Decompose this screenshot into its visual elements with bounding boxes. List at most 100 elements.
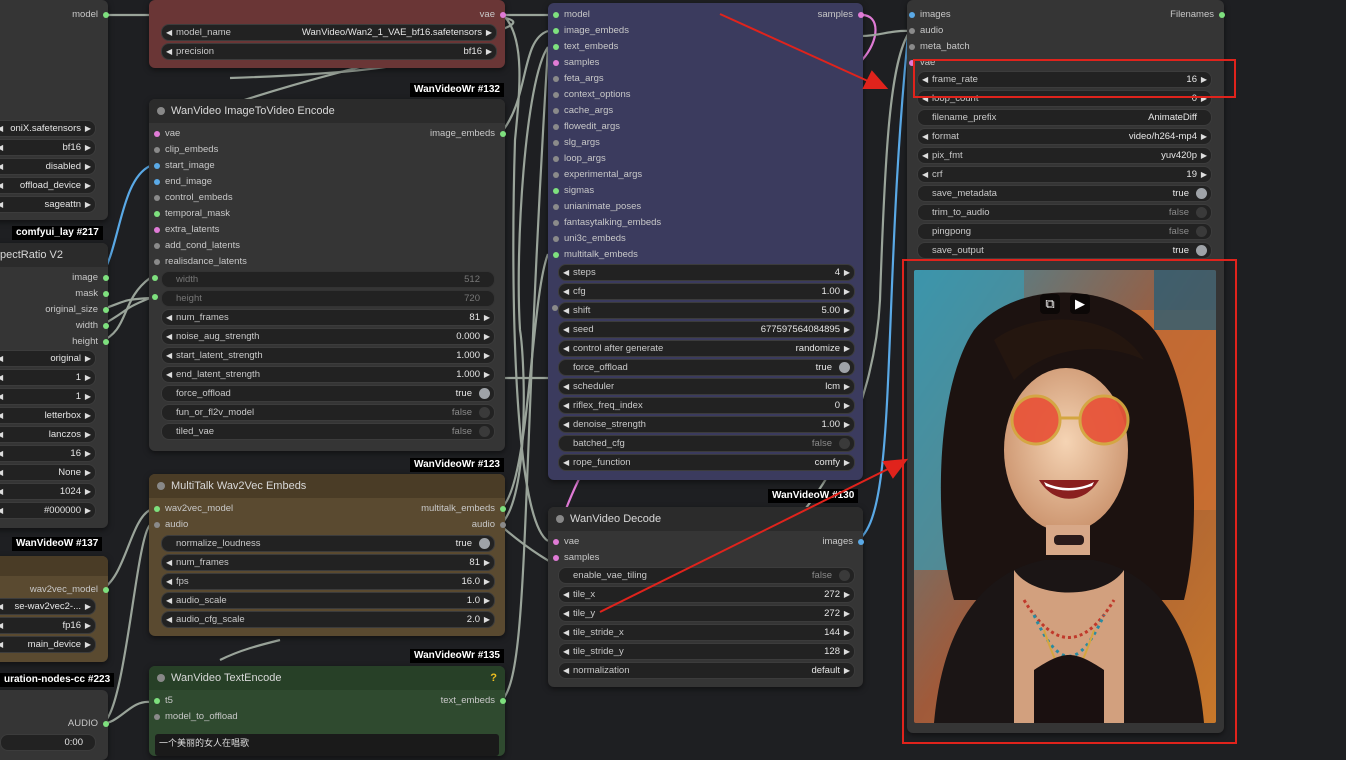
aspect-width-output[interactable]: width	[0, 319, 109, 333]
sampler-control-after-generate-widget[interactable]: ◀ ▶ control after generate randomize	[558, 340, 855, 357]
multitalk-title[interactable]: MultiTalk Wav2Vec Embeds	[149, 474, 505, 498]
sampler-loop-args-input[interactable]: loop_args	[553, 152, 606, 166]
decrement-arrow-icon[interactable]: ◀	[166, 612, 172, 627]
increment-arrow-icon[interactable]: ▶	[844, 341, 850, 356]
decrement-arrow-icon[interactable]: ◀	[0, 484, 3, 499]
toggle-knob-icon[interactable]	[479, 407, 490, 418]
decrement-arrow-icon[interactable]: ◀	[0, 446, 3, 461]
combine-meta-batch-input[interactable]: meta_batch	[909, 40, 970, 54]
decode-title[interactable]: WanVideo Decode	[548, 507, 863, 531]
dim-input-pin[interactable]	[152, 294, 158, 300]
aspect-1024-widget[interactable]: ◀ ▶ 1024	[0, 483, 96, 500]
prompt-textarea[interactable]: 一个美丽的女人在唱歌	[155, 734, 499, 756]
i2v-temporal-mask-pin[interactable]	[154, 211, 160, 217]
decode-enable-vae-tiling-toggle[interactable]: enable_vae_tiling false	[558, 567, 855, 584]
decrement-arrow-icon[interactable]: ◀	[563, 663, 569, 678]
decode-node[interactable]: WanVideo Decode vae samples images enable_v…	[548, 507, 864, 687]
increment-arrow-icon[interactable]: ▶	[85, 197, 91, 212]
combine-format-widget[interactable]: ◀ ▶ format video/h264-mp4	[917, 128, 1212, 145]
i2v-end-image-input[interactable]: end_image	[154, 175, 212, 189]
aspect-original-widget[interactable]: ◀ ▶ original	[0, 350, 96, 367]
sampler-denoise-strength-widget[interactable]: ◀ ▶ denoise_strength 1.00	[558, 416, 855, 433]
sampler-riflex-freq-index-widget[interactable]: ◀ ▶ riflex_freq_index 0	[558, 397, 855, 414]
multitalk-wav2vec-model-pin[interactable]	[154, 506, 160, 512]
left-loader-bf16-widget[interactable]: ◀ ▶bf16	[0, 139, 96, 156]
increment-arrow-icon[interactable]: ▶	[484, 593, 490, 608]
sampler-unianimate-poses-input[interactable]: unianimate_poses	[553, 200, 641, 214]
multitalk-multitalk-embeds-output[interactable]: multitalk_embeds	[375, 502, 506, 516]
textencode-t5-pin[interactable]	[154, 698, 160, 704]
increment-arrow-icon[interactable]: ▶	[844, 644, 850, 659]
increment-arrow-icon[interactable]: ▶	[844, 322, 850, 337]
decrement-arrow-icon[interactable]: ◀	[0, 178, 3, 193]
increment-arrow-icon[interactable]: ▶	[484, 367, 490, 382]
aspect-image-output[interactable]: image	[0, 271, 109, 285]
aspect-mask-output[interactable]: mask	[0, 287, 109, 301]
decode-samples-pin[interactable]	[553, 555, 559, 561]
model-output-pin[interactable]	[103, 12, 109, 18]
i2v-clip-embeds-pin[interactable]	[154, 147, 160, 153]
i2v-noise-aug-strength-widget[interactable]: ◀ ▶ noise_aug_strength 0.000	[161, 328, 495, 345]
aspect-width-pin[interactable]	[103, 323, 109, 329]
sampler-feta-args-input[interactable]: feta_args	[553, 72, 604, 86]
multitalk-num-frames-widget[interactable]: ◀ ▶ num_frames 81	[161, 554, 495, 571]
increment-arrow-icon[interactable]: ▶	[844, 625, 850, 640]
aspect-000000-widget[interactable]: ◀ ▶ #000000	[0, 502, 96, 519]
multitalk-audio-input[interactable]: audio	[154, 518, 188, 532]
increment-arrow-icon[interactable]: ▶	[1201, 148, 1207, 163]
sampler-samples-pin[interactable]	[553, 60, 559, 66]
sampler-samples-output[interactable]: samples	[753, 8, 864, 22]
textencode-text-embeds-output[interactable]: text_embeds	[375, 694, 506, 708]
increment-arrow-icon[interactable]: ▶	[85, 389, 91, 404]
sampler-cfg-widget[interactable]: ◀ ▶ cfg 1.00	[558, 283, 855, 300]
increment-arrow-icon[interactable]: ▶	[484, 310, 490, 325]
sampler-sigmas-pin[interactable]	[553, 188, 559, 194]
decrement-arrow-icon[interactable]: ◀	[166, 348, 172, 363]
combine-save-metadata-toggle[interactable]: save_metadata true	[917, 185, 1212, 202]
increment-arrow-icon[interactable]: ▶	[85, 140, 91, 155]
decode-normalization-widget[interactable]: ◀ ▶ normalization default	[558, 662, 855, 679]
sampler-fantasytalking-embeds-input[interactable]: fantasytalking_embeds	[553, 216, 661, 230]
sampler-samples-input[interactable]: samples	[553, 56, 599, 70]
increment-arrow-icon[interactable]: ▶	[844, 379, 850, 394]
toggle-knob-icon[interactable]	[839, 362, 850, 373]
increment-arrow-icon[interactable]: ▶	[85, 427, 91, 442]
i2v-image-embeds-output[interactable]: image_embeds	[375, 127, 506, 141]
combine-crf-widget[interactable]: ◀ ▶ crf 19	[917, 166, 1212, 183]
increment-arrow-icon[interactable]: ▶	[1201, 167, 1207, 182]
increment-arrow-icon[interactable]: ▶	[85, 599, 91, 614]
toggle-knob-icon[interactable]	[1196, 245, 1207, 256]
increment-arrow-icon[interactable]: ▶	[85, 465, 91, 480]
textencode-title[interactable]: WanVideo TextEncode ?	[149, 666, 505, 690]
aspect-original-size-output[interactable]: original_size	[0, 303, 109, 317]
audio-loader-node[interactable]: AUDIO 0:00	[0, 690, 109, 760]
help-icon[interactable]: ?	[490, 666, 497, 690]
sampler-uni3c-embeds-input[interactable]: uni3c_embeds	[553, 232, 626, 246]
vae-output[interactable]: vae	[395, 8, 506, 22]
decrement-arrow-icon[interactable]: ◀	[166, 310, 172, 325]
decrement-arrow-icon[interactable]: ◀	[563, 398, 569, 413]
aspect-mask-pin[interactable]	[103, 291, 109, 297]
sampler-seed-widget[interactable]: ◀ ▶ seed 677597564084895	[558, 321, 855, 338]
increment-arrow-icon[interactable]: ▶	[486, 44, 492, 59]
wav2vec-model-output[interactable]: wav2vec_model	[0, 583, 109, 597]
toggle-knob-icon[interactable]	[1196, 188, 1207, 199]
sampler-uni3c-embeds-pin[interactable]	[553, 236, 559, 242]
left-loader-onix-safetensors-widget[interactable]: ◀ ▶ oniX.safetensors	[0, 120, 96, 137]
multitalk-node[interactable]: MultiTalk Wav2Vec Embeds wav2vec_model au…	[149, 474, 506, 636]
aspect-1-widget[interactable]: ◀ ▶ 1	[0, 369, 96, 386]
decrement-arrow-icon[interactable]: ◀	[166, 574, 172, 589]
decode-images-pin[interactable]	[858, 539, 864, 545]
audio-output-pin[interactable]	[103, 721, 109, 727]
sampler-image-embeds-input[interactable]: image_embeds	[553, 24, 629, 38]
decrement-arrow-icon[interactable]: ◀	[563, 606, 569, 621]
i2v-start-latent-strength-widget[interactable]: ◀ ▶ start_latent_strength 1.000	[161, 347, 495, 364]
i2v-temporal-mask-input[interactable]: temporal_mask	[154, 207, 230, 221]
vae-loader-node[interactable]: vae ◀ ▶ model_name WanVideo/Wan2_1_VAE_bf16…	[149, 0, 506, 68]
multitalk-audio-scale-widget[interactable]: ◀ ▶ audio_scale 1.0	[161, 592, 495, 609]
sampler-slg-args-input[interactable]: slg_args	[553, 136, 600, 150]
vae-output-pin[interactable]	[500, 12, 506, 18]
i2v-add-cond-latents-pin[interactable]	[154, 243, 160, 249]
multitalk-fps-widget[interactable]: ◀ ▶ fps 16.0	[161, 573, 495, 590]
increment-arrow-icon[interactable]: ▶	[844, 265, 850, 280]
